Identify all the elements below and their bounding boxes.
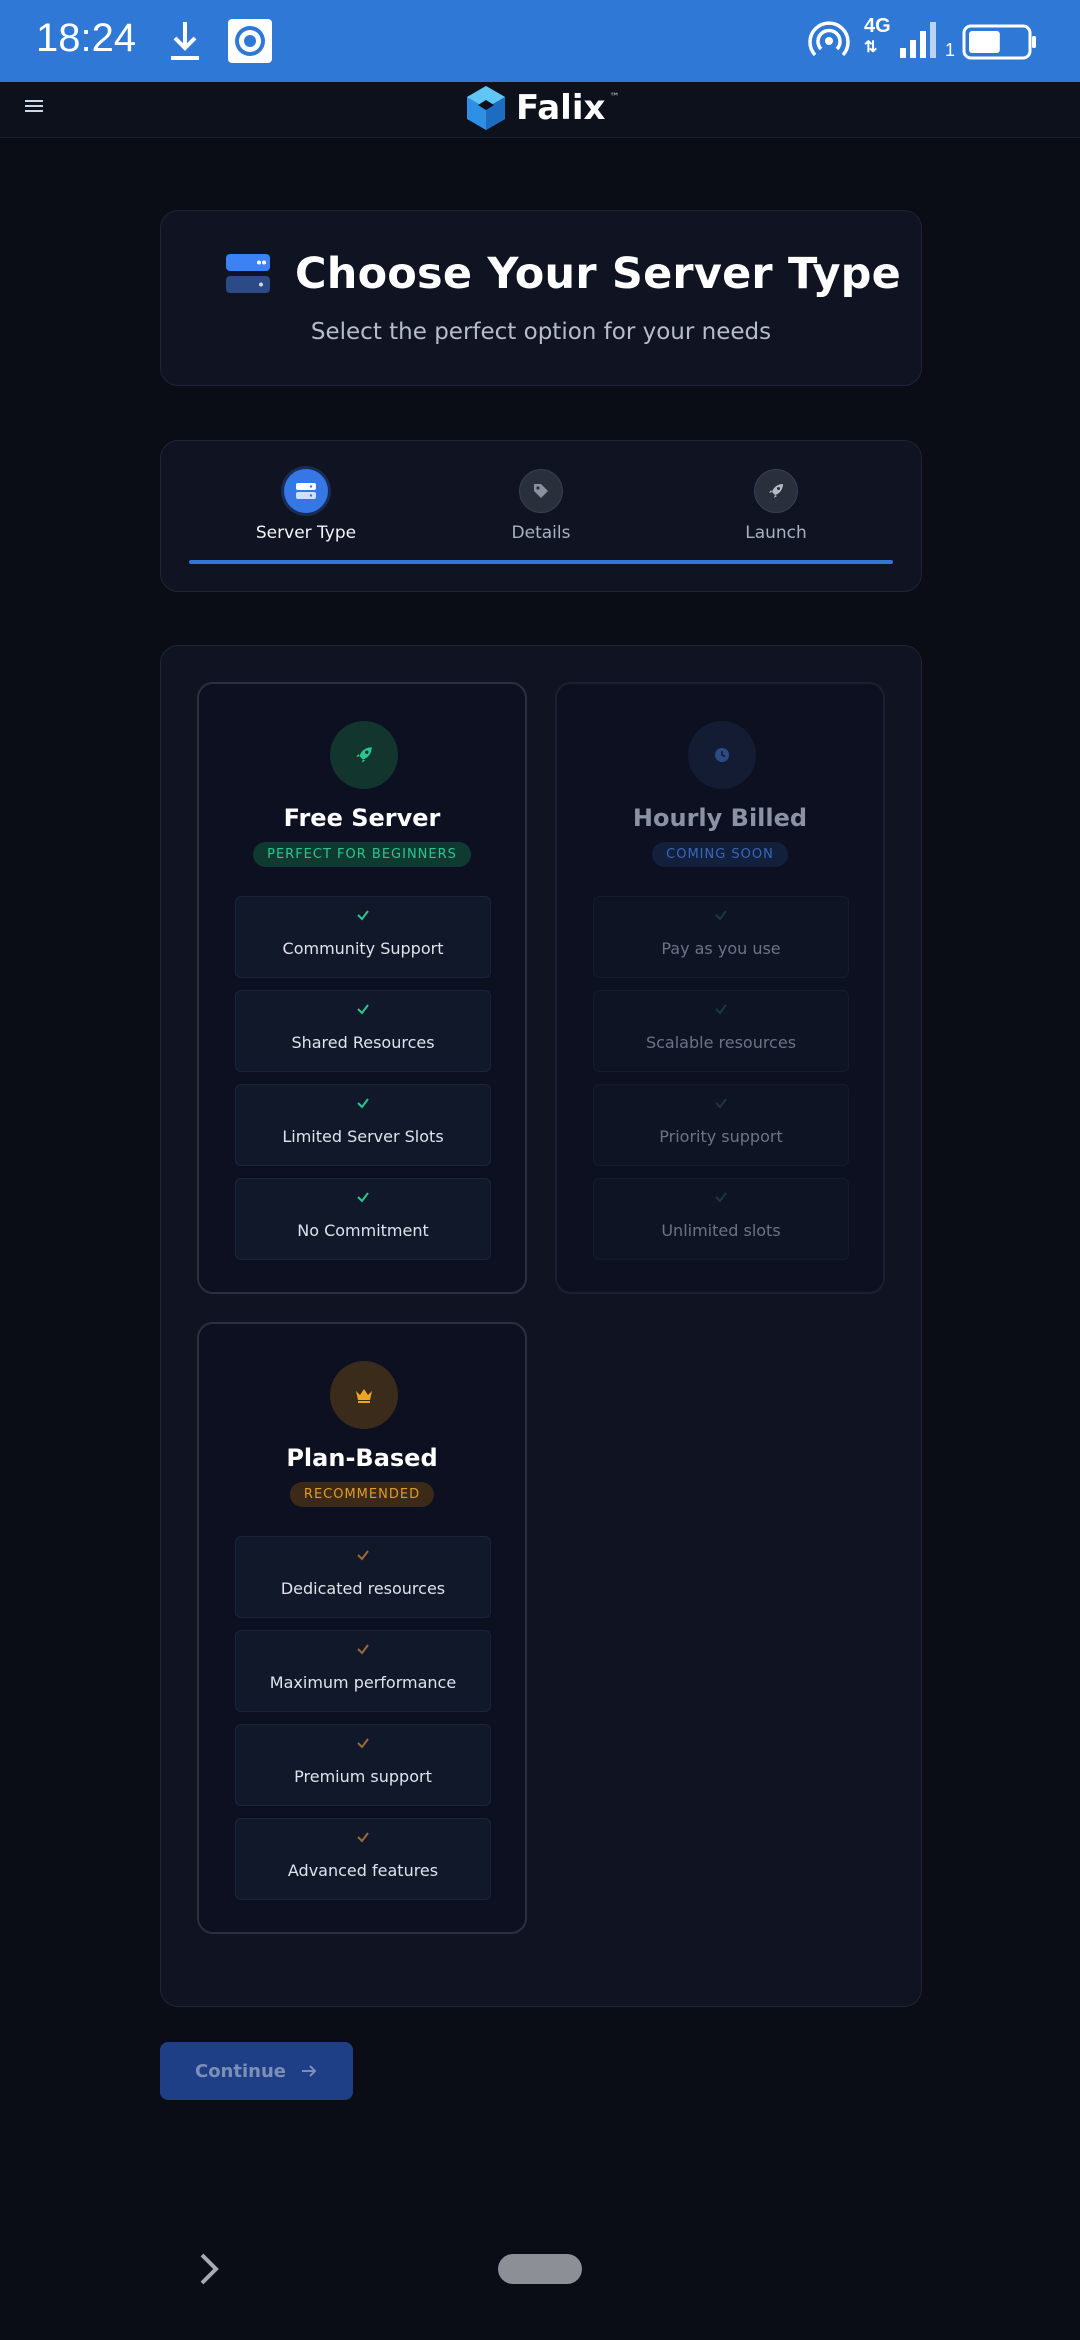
feature-label: Community Support [282, 939, 444, 958]
check-icon [357, 1004, 369, 1015]
title-card: Choose Your Server Type Select the perfe… [160, 210, 922, 386]
network-type: 4G ⇅ [864, 15, 891, 56]
step-server-type[interactable]: Server Type [216, 469, 396, 543]
feature-label: Priority support [659, 1127, 783, 1146]
feature-label: Scalable resources [645, 1033, 797, 1052]
continue-button[interactable]: Continue [160, 2042, 353, 2100]
check-icon [357, 1550, 369, 1561]
sim-indicator: 1 [945, 40, 956, 60]
status-time: 18:24 [36, 16, 137, 60]
feature-label: Shared Resources [291, 1033, 435, 1052]
server-icon [296, 483, 316, 499]
trademark: ™ [609, 91, 620, 103]
hotspot-icon [808, 21, 850, 57]
feature-label: No Commitment [297, 1221, 429, 1240]
check-icon [357, 1832, 369, 1843]
check-icon [357, 1738, 369, 1749]
feature-label: Limited Server Slots [282, 1127, 444, 1146]
nav-back-icon[interactable] [196, 2252, 224, 2286]
download-icon [171, 22, 199, 60]
clock-icon [715, 748, 729, 762]
option-icon [688, 721, 756, 789]
rocket-icon [356, 747, 372, 763]
option-badge: RECOMMENDED [289, 1482, 435, 1507]
feature-item: Unlimited slots [593, 1178, 849, 1260]
signal-icon [900, 22, 936, 58]
arrow-right-icon [302, 2065, 317, 2077]
check-icon [715, 910, 727, 921]
check-icon [357, 1192, 369, 1203]
feature-item: Dedicated resources [235, 1536, 491, 1618]
feature-item: Priority support [593, 1084, 849, 1166]
continue-label: Continue [194, 2060, 286, 2082]
rocket-icon [769, 484, 783, 498]
step-label: Launch [745, 523, 807, 543]
battery-icon [962, 24, 1036, 60]
feature-label: Premium support [294, 1767, 432, 1786]
feature-label: Advanced features [287, 1861, 439, 1880]
option-icon [330, 721, 398, 789]
feature-item: Limited Server Slots [235, 1084, 491, 1166]
check-icon [715, 1192, 727, 1203]
status-bar: 18:24 4G ⇅ 1 [0, 0, 1080, 82]
step-progress-fill [189, 560, 893, 564]
step-details[interactable]: Details [451, 469, 631, 543]
stepper: Server Type Details Launch [160, 440, 922, 592]
step-details-circle [519, 469, 563, 513]
check-icon [715, 1098, 727, 1109]
check-icon [715, 1004, 727, 1015]
step-label: Details [511, 523, 571, 543]
step-progress-track [189, 560, 893, 564]
option-free-server[interactable]: Free Server PERFECT FOR BEGINNERS Commun… [197, 682, 527, 1294]
option-icon [330, 1361, 398, 1429]
feature-label: Unlimited slots [661, 1221, 781, 1240]
option-title: Free Server [283, 804, 441, 832]
screen-record-icon [228, 19, 272, 63]
falix-logo-icon [467, 86, 505, 130]
step-label: Server Type [255, 523, 357, 543]
server-icon [226, 254, 270, 293]
step-launch-circle [754, 469, 798, 513]
step-launch[interactable]: Launch [686, 469, 866, 543]
feature-item: Scalable resources [593, 990, 849, 1072]
feature-item: Shared Resources [235, 990, 491, 1072]
feature-label: Dedicated resources [280, 1579, 446, 1598]
feature-label: Pay as you use [661, 939, 781, 958]
option-badge: COMING SOON [652, 842, 788, 867]
feature-item: Maximum performance [235, 1630, 491, 1712]
check-icon [357, 1098, 369, 1109]
feature-item: No Commitment [235, 1178, 491, 1260]
feature-item: Pay as you use [593, 896, 849, 978]
feature-item: Advanced features [235, 1818, 491, 1900]
tag-icon [534, 484, 548, 498]
feature-label: Maximum performance [269, 1673, 457, 1692]
check-icon [357, 910, 369, 921]
step-server-type-circle [284, 469, 328, 513]
option-title: Hourly Billed [632, 804, 808, 832]
check-icon [357, 1644, 369, 1655]
page-title: Choose Your Server Type [295, 249, 902, 299]
brand-name: Falix [516, 88, 606, 128]
menu-icon[interactable] [24, 96, 44, 116]
feature-item: Premium support [235, 1724, 491, 1806]
option-hourly-billed: Hourly Billed COMING SOON Pay as you use… [555, 682, 885, 1294]
nav-home-pill[interactable] [498, 2254, 582, 2284]
option-plan-based[interactable]: Plan-Based RECOMMENDED Dedicated resourc… [197, 1322, 527, 1934]
falix-logo[interactable]: Falix ™ [464, 84, 619, 132]
crown-icon [356, 1389, 372, 1403]
page-subtitle: Select the perfect option for your needs [310, 319, 772, 345]
feature-item: Community Support [235, 896, 491, 978]
option-badge: PERFECT FOR BEGINNERS [253, 842, 471, 867]
option-title: Plan-Based [286, 1444, 438, 1472]
app-header: Falix ™ [0, 82, 1080, 138]
server-options: Free Server PERFECT FOR BEGINNERS Commun… [160, 645, 922, 2007]
